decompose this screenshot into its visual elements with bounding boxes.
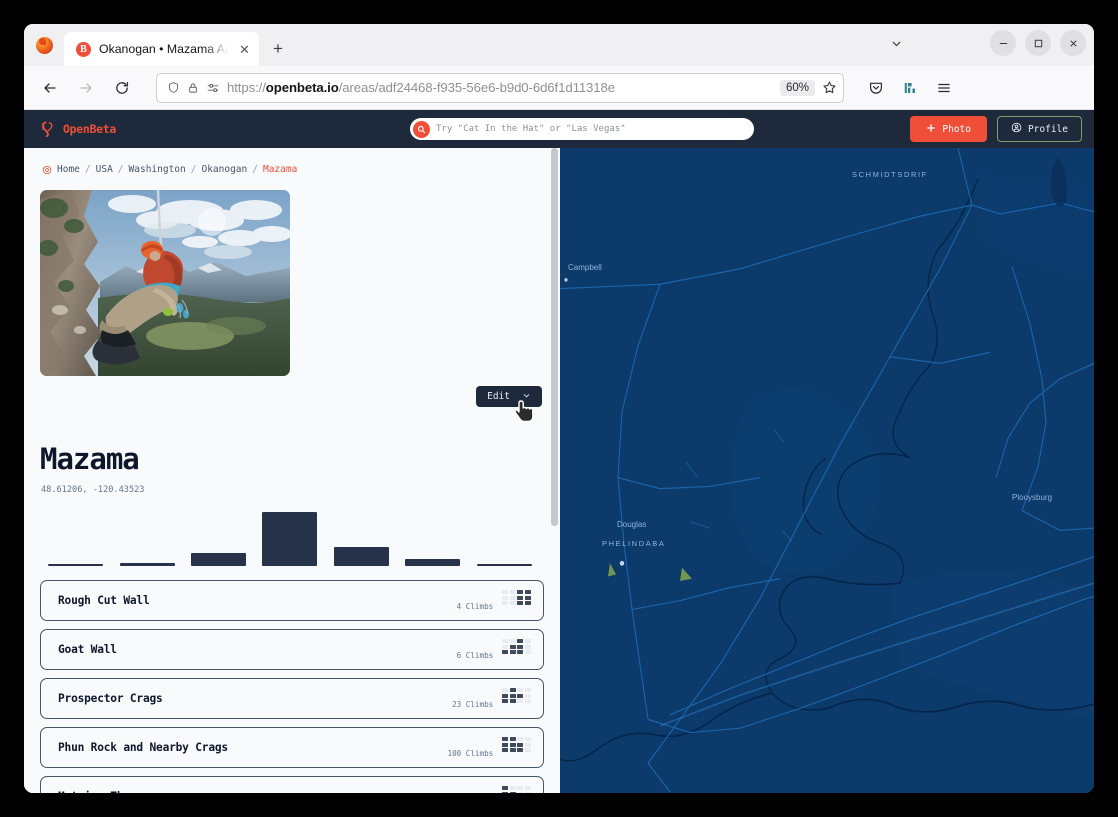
toolbar-actions [860, 72, 960, 104]
edit-button[interactable]: Edit [476, 386, 542, 407]
application-menu-icon[interactable] [928, 72, 960, 104]
lock-icon [187, 82, 199, 94]
url-text[interactable]: https://openbeta.io/areas/adf24468-f935-… [227, 80, 773, 95]
zoom-level-indicator[interactable]: 60% [779, 79, 815, 96]
histogram-bar-2 [111, 508, 182, 566]
crag-climb-count: 100 Climbs [447, 749, 494, 758]
edit-label: Edit [487, 391, 510, 402]
area-coordinates: 48.61206, -120.43523 [41, 485, 145, 495]
save-to-pocket-icon[interactable] [860, 72, 892, 104]
histogram-bar-7 [469, 508, 540, 566]
crag-name: Goat Wall [58, 643, 117, 656]
breadcrumb-item-okanogan[interactable]: Okanogan [201, 164, 247, 175]
crag-name: Rough Cut Wall [58, 594, 150, 607]
histogram-bar-6 [397, 508, 468, 566]
window-controls [883, 30, 1086, 56]
forward-button[interactable] [70, 72, 102, 104]
histogram-bar-1 [40, 508, 111, 566]
histogram-bar-4 [254, 508, 325, 566]
content-split: Home / USA / Washington / Okanogan / Maz… [24, 148, 1094, 793]
extension-icon[interactable] [894, 72, 926, 104]
back-button[interactable] [34, 72, 66, 104]
page-viewport: OpenBeta Try "Cat In the Hat" or "Las Ve… [24, 110, 1094, 793]
chevron-down-icon [522, 391, 531, 403]
tab-favicon-icon: B [76, 41, 91, 57]
crag-climb-count: 23 Climbs [452, 700, 494, 709]
breadcrumb-item-mazama: Mazama [262, 164, 298, 175]
breadcrumb-item-usa[interactable]: USA [96, 164, 113, 175]
add-photo-button[interactable]: Photo [910, 116, 987, 142]
grade-distribution-icon [502, 737, 531, 753]
histogram-bar-3 [183, 508, 254, 566]
new-tab-button[interactable]: + [263, 34, 293, 64]
grade-distribution-icon [502, 639, 531, 655]
bookmark-star-icon[interactable] [822, 80, 837, 95]
search-placeholder-text: Try "Cat In the Hat" or "Las Vegas" [436, 124, 626, 134]
plus-icon [926, 123, 936, 136]
header-actions: Photo Profile [910, 116, 1082, 142]
grade-distribution-icon [502, 786, 531, 793]
openbeta-logo[interactable]: OpenBeta [38, 119, 116, 139]
maximize-button[interactable] [1025, 30, 1051, 56]
shield-icon [167, 81, 180, 94]
area-hero-photo[interactable] [40, 190, 290, 376]
search-input[interactable]: Try "Cat In the Hat" or "Las Vegas" [410, 118, 754, 140]
close-tab-icon[interactable]: ✕ [236, 41, 253, 58]
crag-climb-count: 4 Climbs [456, 602, 494, 611]
tab-strip: B Okanogan • Mazama Area ✕ + [24, 24, 1094, 66]
search-icon [413, 120, 430, 138]
table-row[interactable]: Rough Cut Wall 4 Climbs [40, 580, 544, 621]
table-row[interactable]: Matrix, The 30 Climbs [40, 776, 544, 793]
map-panel[interactable]: SCHMIDTSDRIF Campbell Douglas PHELINDABA… [560, 148, 1094, 793]
breadcrumb-item-washington[interactable]: Washington [129, 164, 186, 175]
crag-name: Prospector Crags [58, 692, 163, 705]
openbeta-mark-icon [41, 121, 53, 138]
site-header: OpenBeta Try "Cat In the Hat" or "Las Ve… [24, 110, 1094, 148]
page-title: Mazama [40, 442, 140, 476]
climber-photo-illustration [40, 190, 290, 376]
breadcrumb-separator: / [84, 164, 91, 175]
location-pin-icon [42, 165, 52, 175]
crag-name: Phun Rock and Nearby Crags [58, 741, 228, 754]
minimize-button[interactable] [990, 30, 1016, 56]
area-detail-panel: Home / USA / Washington / Okanogan / Maz… [24, 148, 560, 793]
panel-scrollbar[interactable] [550, 148, 559, 793]
table-row[interactable]: Goat Wall 6 Climbs [40, 629, 544, 670]
list-all-tabs-icon[interactable] [883, 30, 909, 56]
breadcrumb-item-home[interactable]: Home [57, 164, 80, 175]
close-window-button[interactable] [1060, 30, 1086, 56]
breadcrumb: Home / USA / Washington / Okanogan / Maz… [24, 164, 560, 175]
edit-row: Edit [24, 386, 560, 423]
user-icon [1011, 122, 1022, 136]
profile-label: Profile [1027, 123, 1068, 135]
histogram-bar-5 [326, 508, 397, 566]
browser-tab[interactable]: B Okanogan • Mazama Area ✕ [64, 32, 259, 66]
map-canvas [560, 148, 1094, 793]
address-bar[interactable]: https://openbeta.io/areas/adf24468-f935-… [156, 72, 844, 103]
crag-name: Matrix, The [58, 790, 452, 793]
table-row[interactable]: Prospector Crags 23 Climbs [40, 678, 544, 719]
browser-window: B Okanogan • Mazama Area ✕ + [24, 24, 1094, 793]
grade-distribution-icon [502, 688, 531, 704]
firefox-logo-icon [24, 24, 64, 66]
breadcrumb-separator: / [190, 164, 197, 175]
permissions-icon[interactable] [206, 81, 220, 95]
navigation-toolbar: https://openbeta.io/areas/adf24468-f935-… [24, 66, 1094, 110]
breadcrumb-separator: / [117, 164, 124, 175]
profile-button[interactable]: Profile [996, 116, 1082, 142]
crag-list: Rough Cut Wall 4 Climbs Goat Wall 6 Clim… [24, 580, 560, 793]
add-photo-label: Photo [942, 123, 971, 135]
table-row[interactable]: Phun Rock and Nearby Crags 100 Climbs [40, 727, 544, 768]
grade-histogram-chart [40, 508, 540, 566]
openbeta-brand-text: OpenBeta [63, 122, 116, 136]
grade-distribution-icon [502, 590, 531, 606]
tab-title: Okanogan • Mazama Area [99, 42, 228, 56]
crag-climb-count: 6 Climbs [456, 651, 494, 660]
scrollbar-thumb[interactable] [551, 148, 558, 526]
breadcrumb-separator: / [252, 164, 258, 175]
reload-button[interactable] [106, 72, 138, 104]
